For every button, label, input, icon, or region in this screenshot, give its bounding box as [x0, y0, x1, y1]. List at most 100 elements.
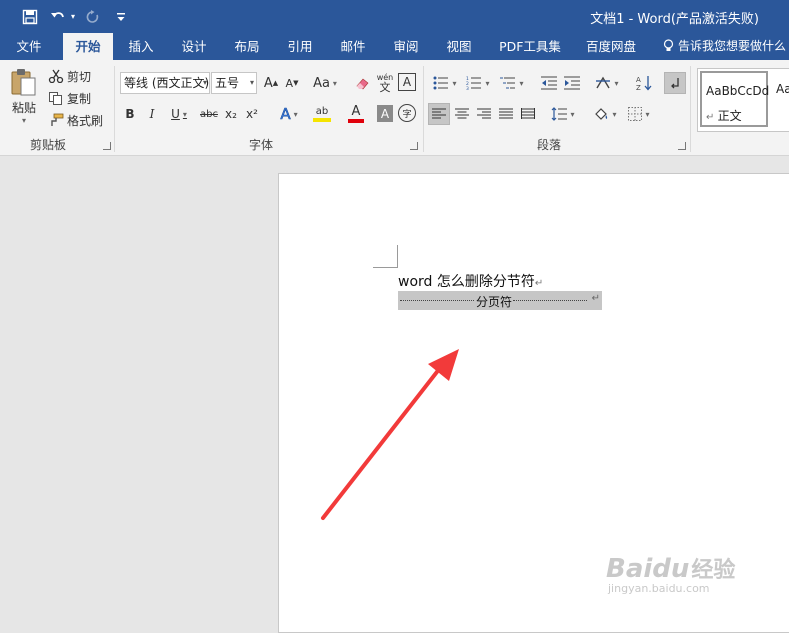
tab-layout[interactable]: 布局 — [224, 33, 270, 60]
bullets-icon — [433, 76, 449, 90]
tab-insert[interactable]: 插入 — [118, 33, 164, 60]
bullets-button[interactable]: ▾ — [430, 73, 460, 93]
tab-file[interactable]: 文件 — [6, 33, 52, 60]
align-left-icon — [432, 108, 446, 119]
shading-button[interactable]: ▾ — [590, 103, 620, 125]
tab-home[interactable]: 开始 — [63, 33, 113, 60]
change-case-button[interactable]: Aa ▾ — [309, 73, 341, 93]
watermark-url: jingyan.baidu.com — [608, 582, 710, 595]
enclose-characters-icon: 字 — [402, 109, 412, 120]
font-launcher-icon[interactable] — [410, 142, 418, 150]
font-color-button[interactable]: A — [341, 102, 371, 126]
paragraph-mark: ↵ — [534, 278, 544, 289]
character-border-icon: A — [402, 75, 412, 89]
tab-mailings[interactable]: 邮件 — [330, 33, 376, 60]
tab-review[interactable]: 审阅 — [383, 33, 429, 60]
sort-button[interactable]: AZ — [634, 73, 654, 93]
copy-icon — [49, 92, 62, 105]
svg-text:Z: Z — [636, 84, 641, 91]
enclose-characters-button[interactable]: 字 — [398, 104, 416, 122]
borders-button[interactable]: ▾ — [624, 103, 654, 125]
line-spacing-icon — [552, 107, 568, 121]
chevron-down-icon: ▾ — [293, 109, 298, 119]
page-break-marker[interactable]: 分页符 ↵ — [398, 291, 602, 310]
style-normal[interactable]: AaBbCcDd ↵ 正文 — [700, 71, 769, 127]
tell-me-text: 告诉我您想要做什么 — [678, 39, 787, 53]
superscript-button[interactable]: x² — [243, 104, 261, 124]
character-shading-button[interactable]: A — [377, 105, 393, 122]
tab-baidu-netdisk[interactable]: 百度网盘 — [578, 33, 644, 60]
borders-icon — [628, 107, 643, 121]
style-normal-name: ↵ 正文 — [706, 109, 742, 123]
font-size-combo[interactable]: 五号 ▾ — [211, 72, 257, 94]
align-left-button[interactable] — [428, 103, 450, 125]
undo-icon — [51, 11, 64, 17]
chevron-down-icon: ▾ — [249, 78, 254, 87]
shrink-font-button[interactable]: A ▼ — [283, 73, 301, 93]
phonetic-guide-button[interactable]: wén 文 — [375, 71, 395, 95]
customize-qat-button[interactable] — [112, 0, 130, 33]
bold-button[interactable]: B — [122, 104, 138, 124]
scissors-icon — [48, 69, 64, 83]
subscript-button[interactable]: x₂ — [222, 104, 240, 124]
format-painter-button[interactable]: 格式刷 — [48, 111, 103, 129]
font-name-combo[interactable]: 等线 (西文正文) ▾ — [120, 72, 210, 94]
distributed-button[interactable] — [517, 103, 539, 125]
highlight-button[interactable]: ab — [306, 102, 338, 126]
lightbulb-icon — [663, 39, 674, 51]
clear-formatting-button[interactable] — [352, 73, 372, 93]
phonetic-char: 文 — [379, 81, 391, 94]
paste-button[interactable]: 粘贴 ▾ — [8, 66, 40, 126]
decrease-indent-button[interactable] — [539, 73, 559, 93]
undo-dropdown[interactable]: ▾ — [68, 0, 78, 33]
highlight-color-bar — [313, 118, 331, 122]
italic-button[interactable]: I — [144, 104, 160, 124]
font-group-label: 字体 — [249, 138, 274, 152]
grow-font-button[interactable]: A ▲ — [262, 73, 280, 93]
group-divider — [690, 66, 691, 152]
chevron-down-icon: ▾ — [612, 109, 617, 119]
asian-layout-button[interactable]: ▾ — [592, 73, 622, 93]
underline-button[interactable]: U ▾ — [166, 104, 192, 124]
font-name-value: 等线 (西文正文) — [124, 76, 210, 90]
cut-button[interactable]: 剪切 — [48, 67, 91, 85]
highlighter-icon: ab — [315, 106, 329, 117]
tell-me-box[interactable]: 告诉我您想要做什么 — [663, 33, 786, 60]
paragraph-mark: ↵ — [591, 293, 600, 304]
customize-icon — [117, 12, 125, 21]
paste-label: 粘贴 — [11, 101, 36, 115]
watermark-brand: Baidu — [606, 554, 690, 584]
document-line[interactable]: word 怎么删除分节符↵ — [398, 271, 543, 291]
style-no-spacing-sample: Aa — [776, 82, 789, 96]
strikethrough-button[interactable]: abc — [198, 104, 220, 124]
chevron-down-icon: ▾ — [614, 78, 619, 88]
text-effects-button[interactable]: A ▾ — [275, 104, 303, 124]
paint-bucket-icon — [595, 108, 608, 120]
tab-pdf-tools[interactable]: PDF工具集 — [492, 33, 568, 60]
document-text: word 怎么删除分节符 — [398, 274, 535, 290]
redo-button[interactable] — [83, 0, 103, 33]
subscript-icon: x₂ — [225, 107, 237, 121]
chevron-down-icon: ▾ — [182, 109, 187, 119]
paragraph-launcher-icon[interactable] — [678, 142, 686, 150]
copy-button[interactable]: 复制 — [48, 89, 91, 107]
justify-button[interactable] — [495, 103, 517, 125]
character-border-button[interactable]: A — [398, 73, 416, 91]
save-button[interactable] — [18, 0, 42, 33]
increase-indent-button[interactable] — [562, 73, 582, 93]
strikethrough-icon: abc — [200, 108, 218, 120]
align-center-button[interactable] — [451, 103, 473, 125]
chevron-down-icon: ▾ — [332, 78, 337, 88]
align-right-button[interactable] — [473, 103, 495, 125]
tab-view[interactable]: 视图 — [436, 33, 482, 60]
multilevel-list-button[interactable]: ▾ — [497, 73, 527, 93]
style-no-spacing[interactable]: Aa — [772, 71, 789, 127]
clipboard-launcher-icon[interactable] — [103, 142, 111, 150]
tab-references[interactable]: 引用 — [277, 33, 323, 60]
numbering-button[interactable]: 123 ▾ — [463, 73, 493, 93]
line-spacing-button[interactable]: ▾ — [548, 103, 578, 125]
show-formatting-marks-button[interactable] — [664, 72, 686, 94]
text-effects-icon: A — [280, 105, 291, 124]
undo-button[interactable] — [47, 0, 69, 33]
tab-design[interactable]: 设计 — [171, 33, 217, 60]
